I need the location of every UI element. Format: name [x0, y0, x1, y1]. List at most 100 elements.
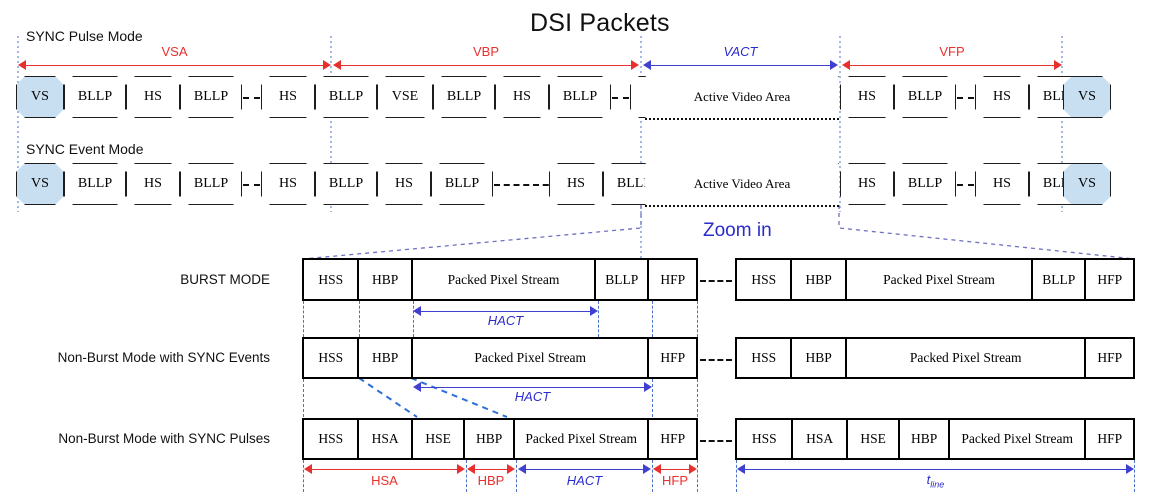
packet-bllp[interactable]: BLLP: [315, 163, 377, 205]
packet-hs[interactable]: HS: [126, 76, 180, 118]
row-label-nonburst-events: Non-Burst Mode with SYNC Events: [57, 350, 270, 365]
group-ellipsis-connector: [700, 440, 732, 442]
timing-label-vfp: VFP: [939, 44, 965, 59]
cell-bllp[interactable]: BLLP: [1033, 260, 1087, 299]
cell-bllp[interactable]: BLLP: [596, 260, 650, 299]
packet-hs[interactable]: HS: [840, 76, 894, 118]
diagram-canvas: DSI Packets SYNC Pulse Mode VSA VBP VACT…: [0, 0, 1157, 500]
guide-line: [697, 379, 698, 417]
timing-label-vbp: VBP: [472, 44, 499, 59]
cell-hbp[interactable]: HBP: [792, 339, 847, 377]
cell-packed-pixel-stream[interactable]: Packed Pixel Stream: [515, 420, 650, 458]
timing-label-hsa: HSA: [371, 473, 398, 488]
zoom-in-label: Zoom in: [703, 220, 772, 241]
ellipsis-connector: [243, 97, 260, 99]
packet-bllp[interactable]: BLLP: [433, 76, 495, 118]
cell-hbp[interactable]: HBP: [359, 339, 413, 377]
timing-arrow-vact: [643, 60, 838, 72]
cell-hss[interactable]: HSS: [304, 420, 360, 458]
cell-hse[interactable]: HSE: [848, 420, 901, 458]
packet-bllp[interactable]: BLLP: [180, 163, 242, 205]
ellipsis-connector: [243, 184, 260, 186]
guide-line: [598, 301, 599, 337]
ellipsis-connector: [957, 97, 974, 99]
timing-label-tline: tline: [737, 472, 1134, 490]
packet-bllp[interactable]: BLLP: [549, 76, 611, 118]
guide-line: [303, 301, 304, 337]
burst-left-group: HSS HBP Packed Pixel Stream BLLP HFP: [302, 258, 698, 301]
cell-hfp[interactable]: HFP: [1086, 420, 1133, 458]
cell-hss[interactable]: HSS: [304, 339, 360, 377]
packet-hs[interactable]: HS: [495, 76, 549, 118]
packet-vse[interactable]: VSE: [377, 76, 433, 118]
timing-label-hact-pulses: HACT: [566, 473, 603, 488]
cell-hfp[interactable]: HFP: [649, 420, 696, 458]
packet-vs[interactable]: VS: [1063, 163, 1111, 205]
cell-hfp[interactable]: HFP: [1086, 260, 1133, 299]
guide-line: [697, 301, 698, 337]
cell-packed-pixel-stream[interactable]: Packed Pixel Stream: [847, 339, 1087, 377]
packet-hs[interactable]: HS: [975, 76, 1029, 118]
timing-arrow-vsa: [18, 60, 331, 72]
packet-bllp[interactable]: BLLP: [315, 76, 377, 118]
cell-hsa[interactable]: HSA: [793, 420, 848, 458]
cell-hbp[interactable]: HBP: [359, 260, 413, 299]
packet-vs[interactable]: VS: [16, 76, 64, 118]
packet-hs[interactable]: HS: [549, 163, 603, 205]
timing-label-vact: VACT: [723, 44, 758, 59]
cell-hfp[interactable]: HFP: [649, 339, 696, 377]
cell-packed-pixel-stream[interactable]: Packed Pixel Stream: [413, 339, 650, 377]
mode-label-sync-pulse: SYNC Pulse Mode: [26, 28, 143, 44]
row-label-burst-mode: BURST MODE: [180, 272, 270, 287]
cell-packed-pixel-stream[interactable]: Packed Pixel Stream: [413, 260, 597, 299]
packet-hs[interactable]: HS: [261, 163, 315, 205]
packet-hs[interactable]: HS: [975, 163, 1029, 205]
timing-label-hact-events: HACT: [514, 389, 551, 404]
packet-hs[interactable]: HS: [377, 163, 431, 205]
cell-hss[interactable]: HSS: [304, 260, 360, 299]
active-video-area[interactable]: Active Video Area: [645, 163, 839, 205]
packet-hs[interactable]: HS: [261, 76, 315, 118]
guide-line: [359, 301, 360, 337]
packet-bllp[interactable]: BLLP: [180, 76, 242, 118]
ellipsis-connector: [612, 97, 629, 99]
cell-packed-pixel-stream[interactable]: Packed Pixel Stream: [950, 420, 1087, 458]
cell-hsa[interactable]: HSA: [359, 420, 413, 458]
packet-bllp[interactable]: BLLP: [64, 163, 126, 205]
burst-right-group: HSS HBP Packed Pixel Stream BLLP HFP: [735, 258, 1135, 301]
cell-hbp[interactable]: HBP: [792, 260, 847, 299]
cell-hss[interactable]: HSS: [737, 420, 794, 458]
group-ellipsis-connector: [700, 359, 732, 361]
nonburst-events-left-group: HSS HBP Packed Pixel Stream HFP: [302, 337, 698, 379]
packet-vs[interactable]: VS: [1063, 76, 1111, 118]
ellipsis-connector: [957, 184, 974, 186]
active-video-bottom-border: [645, 118, 839, 120]
active-video-area[interactable]: Active Video Area: [645, 76, 839, 118]
cell-hfp[interactable]: HFP: [1086, 339, 1133, 377]
nonburst-pulses-left-group: HSS HSA HSE HBP Packed Pixel Stream HFP: [302, 418, 698, 460]
nonburst-pulses-right-group: HSS HSA HSE HBP Packed Pixel Stream HFP: [735, 418, 1135, 460]
cell-hse[interactable]: HSE: [413, 420, 466, 458]
nonburst-events-right-group: HSS HBP Packed Pixel Stream HFP: [735, 337, 1135, 379]
cell-hbp[interactable]: HBP: [465, 420, 515, 458]
timing-label-hbp: HBP: [477, 473, 505, 488]
packet-bllp[interactable]: BLLP: [431, 163, 493, 205]
cell-packed-pixel-stream[interactable]: Packed Pixel Stream: [847, 260, 1034, 299]
group-ellipsis-connector: [700, 280, 732, 282]
packet-hs[interactable]: HS: [840, 163, 894, 205]
packet-bllp[interactable]: BLLP: [894, 163, 956, 205]
cell-hss[interactable]: HSS: [737, 260, 793, 299]
timing-arrow-vbp: [333, 60, 639, 72]
packet-bllp[interactable]: BLLP: [64, 76, 126, 118]
row-label-nonburst-pulses: Non-Burst Mode with SYNC Pulses: [58, 431, 270, 446]
cell-hss[interactable]: HSS: [737, 339, 793, 377]
cell-hfp[interactable]: HFP: [649, 260, 696, 299]
timing-arrow-vfp: [842, 60, 1062, 72]
guide-line: [652, 379, 653, 417]
cell-hbp[interactable]: HBP: [900, 420, 950, 458]
timing-label-hact-burst: HACT: [487, 313, 524, 328]
tline-subscript: line: [930, 479, 945, 490]
packet-bllp[interactable]: BLLP: [894, 76, 956, 118]
packet-hs[interactable]: HS: [126, 163, 180, 205]
packet-vs[interactable]: VS: [16, 163, 64, 205]
